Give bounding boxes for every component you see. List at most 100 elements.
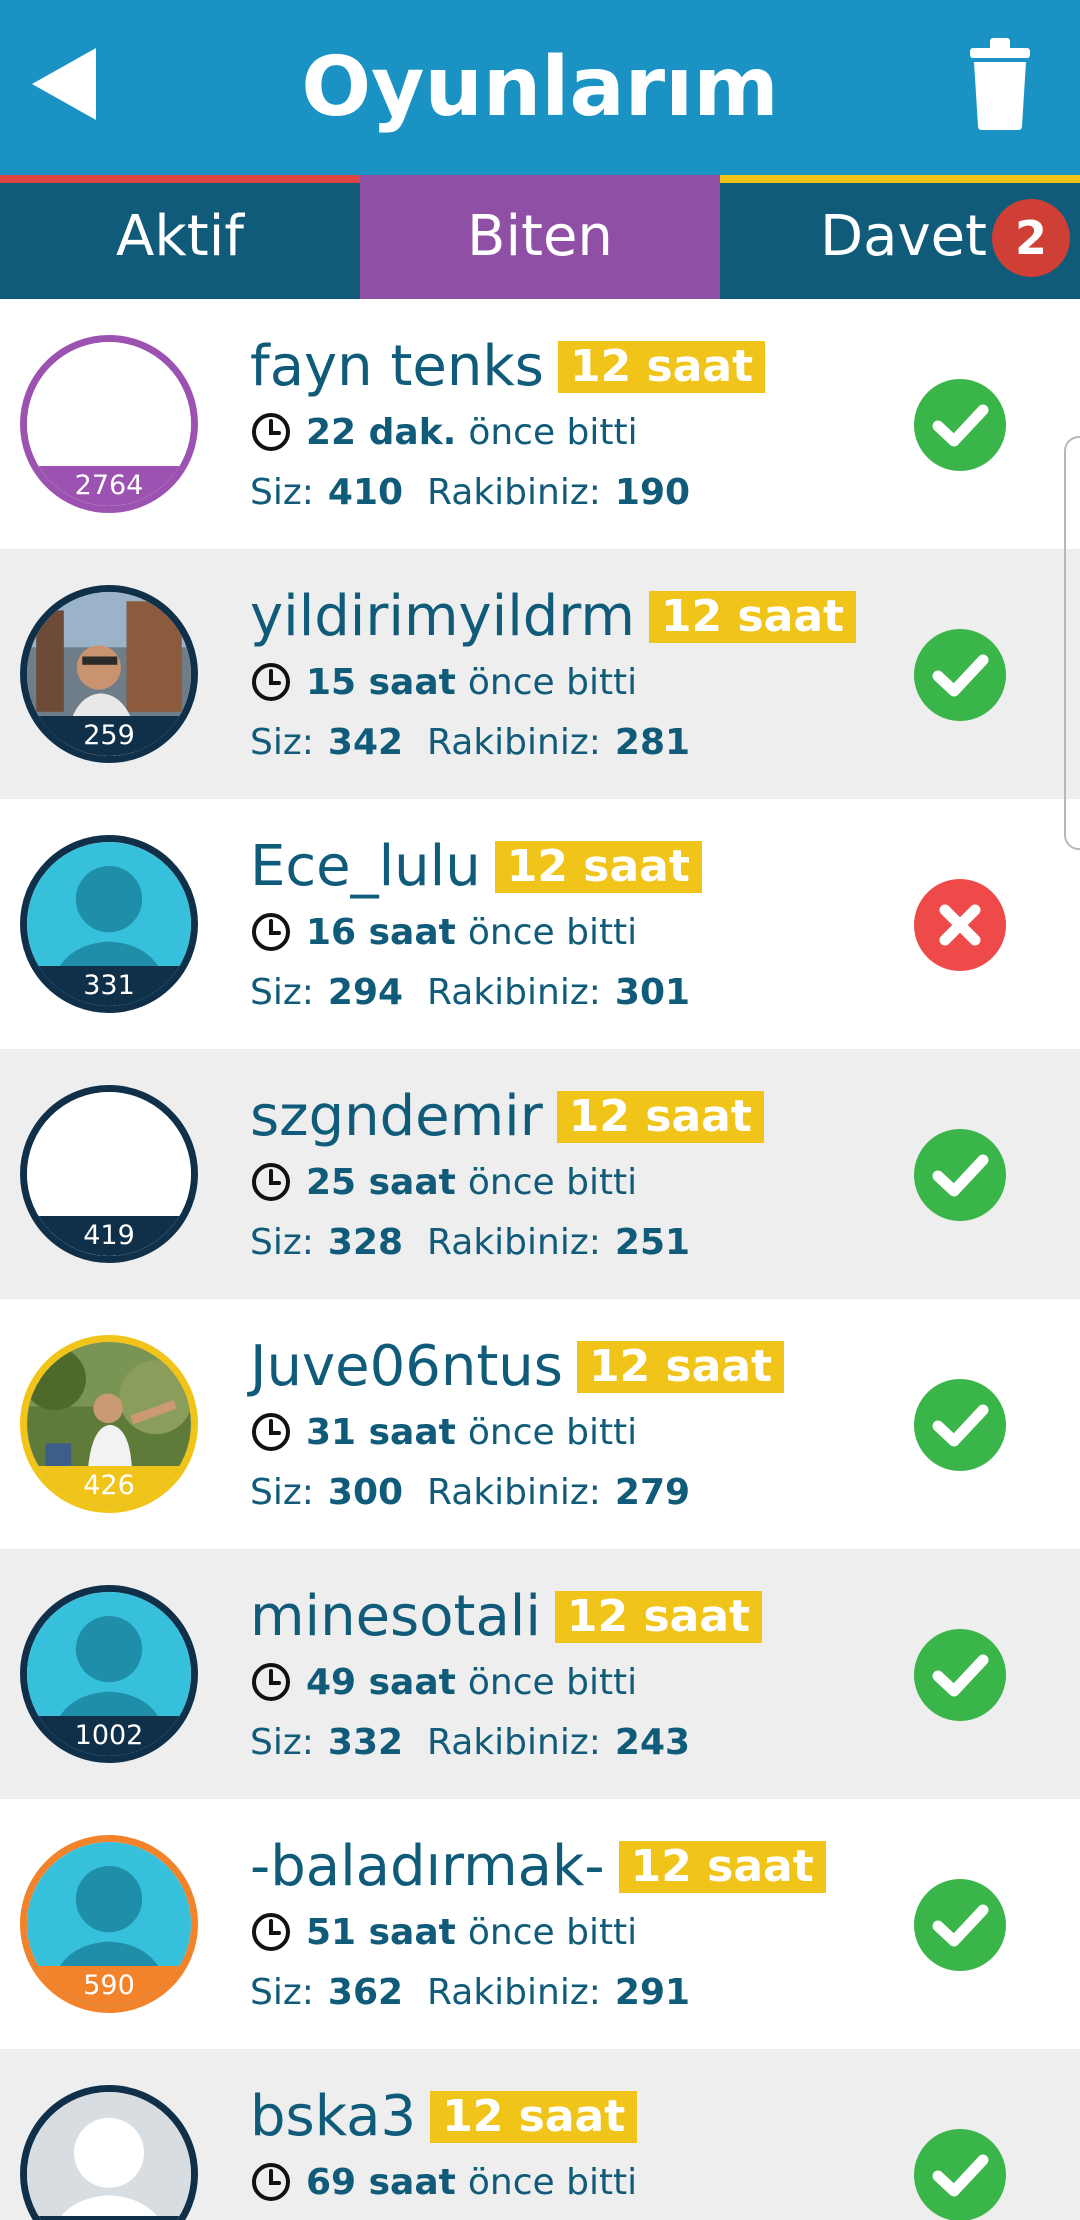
your-score-label: Siz: — [250, 1971, 314, 2013]
win-check-icon — [914, 1129, 1006, 1221]
opponent-score-label: Rakibiniz: — [427, 721, 601, 763]
player-rating — [27, 2216, 191, 2220]
your-score-label: Siz: — [250, 1471, 314, 1513]
player-rating: 331 — [27, 966, 191, 1006]
tab-label: Biten — [467, 204, 613, 269]
player-rating: 590 — [27, 1966, 191, 2006]
opponent-score-label: Rakibiniz: — [427, 1721, 601, 1763]
game-row[interactable]: 331 Ece_lulu 12 saat 16 saat önce bitti Siz: 2… — [0, 799, 1080, 1049]
win-check-icon — [914, 379, 1006, 471]
finished-ago-suffix: önce bitti — [467, 1911, 638, 1953]
opponent-name: bska3 — [250, 2084, 417, 2149]
player-rating: 426 — [27, 1466, 191, 1506]
finished-ago-suffix: önce bitti — [467, 2161, 638, 2203]
your-score-label: Siz: — [250, 721, 314, 763]
your-score: 410 — [327, 471, 404, 513]
game-row[interactable]: 259 yildirimyildrm 12 saat 15 saat önce bitt… — [0, 549, 1080, 799]
tab-biten[interactable]: Biten — [360, 175, 720, 299]
your-score: 362 — [327, 1971, 404, 2013]
loss-x-icon — [914, 879, 1006, 971]
opponent-score: 281 — [614, 721, 691, 763]
avatar[interactable]: 1002 — [20, 1585, 198, 1763]
opponent-name: Ece_lulu — [250, 834, 481, 899]
time-limit-badge: 12 saat — [648, 591, 857, 643]
your-score: 342 — [327, 721, 404, 763]
opponent-name: yildirimyildrm — [250, 584, 635, 649]
avatar[interactable]: 2764 — [20, 335, 198, 513]
your-score: 328 — [327, 1221, 404, 1263]
avatar[interactable]: 590 — [20, 1835, 198, 2013]
opponent-score-label: Rakibiniz: — [427, 971, 601, 1013]
player-rating: 1002 — [27, 1716, 191, 1756]
tab-bar: Aktif Biten Davet 2 — [0, 175, 1080, 299]
your-score: 294 — [327, 971, 404, 1013]
opponent-score-label: Rakibiniz: — [427, 1471, 601, 1513]
opponent-score: 279 — [614, 1471, 691, 1513]
side-panel-handle[interactable] — [1064, 436, 1080, 850]
your-score-label: Siz: — [250, 971, 314, 1013]
avatar[interactable]: 259 — [20, 585, 198, 763]
finished-ago-value: 25 saat — [306, 1161, 456, 1203]
opponent-score-label: Rakibiniz: — [427, 471, 601, 513]
player-rating: 2764 — [27, 466, 191, 506]
opponent-score: 243 — [614, 1721, 691, 1763]
opponent-name: Juve06ntus — [250, 1334, 563, 1399]
game-row[interactable]: 1002 minesotali 12 saat 49 saat önce bitti Si… — [0, 1549, 1080, 1799]
time-limit-badge: 12 saat — [556, 1091, 764, 1143]
finished-ago-suffix: önce bitti — [467, 911, 638, 953]
win-check-icon — [914, 1879, 1006, 1971]
game-row[interactable]: 590 -baladırmak- 12 saat 51 saat önce bitti S… — [0, 1799, 1080, 2049]
opponent-score-label: Rakibiniz: — [427, 1971, 601, 2013]
game-row[interactable]: 419 szgndemir 12 saat 25 saat önce bitti Siz:… — [0, 1049, 1080, 1299]
game-row[interactable]: 426 Juve06ntus 12 saat 31 saat önce bitti Siz… — [0, 1299, 1080, 1549]
finished-ago-suffix: önce bitti — [467, 1161, 638, 1203]
finished-ago-value: 49 saat — [306, 1661, 456, 1703]
tab-label: Davet — [820, 204, 987, 269]
win-check-icon — [914, 1629, 1006, 1721]
avatar[interactable]: 426 — [20, 1335, 198, 1513]
finished-ago-value: 51 saat — [306, 1911, 456, 1953]
your-score-label: Siz: — [250, 1221, 314, 1263]
clock-icon — [252, 2163, 290, 2201]
avatar[interactable]: 419 — [20, 1085, 198, 1263]
tab-aktif[interactable]: Aktif — [0, 175, 360, 299]
finished-games-list: 2764 fayn tenks 12 saat 22 dak. önce bitti Si… — [0, 299, 1080, 2220]
time-limit-badge: 12 saat — [576, 1341, 785, 1393]
opponent-score: 291 — [614, 1971, 691, 2013]
game-row[interactable]: 2764 fayn tenks 12 saat 22 dak. önce bitti Si… — [0, 299, 1080, 549]
opponent-name: fayn tenks — [250, 334, 544, 399]
win-check-icon — [914, 629, 1006, 721]
finished-ago-suffix: önce bitti — [467, 661, 638, 703]
invite-count-badge: 2 — [992, 199, 1070, 277]
time-limit-badge: 12 saat — [557, 341, 766, 393]
avatar[interactable]: 331 — [20, 835, 198, 1013]
win-check-icon — [914, 2129, 1006, 2220]
opponent-name: szgndemir — [250, 1084, 543, 1149]
clock-icon — [252, 663, 290, 701]
your-score-label: Siz: — [250, 1721, 314, 1763]
avatar[interactable] — [20, 2085, 198, 2220]
clock-icon — [252, 913, 290, 951]
tab-label: Aktif — [116, 204, 244, 269]
game-row[interactable]: bska3 12 saat 69 saat önce bitti — [0, 2049, 1080, 2220]
clock-icon — [252, 1913, 290, 1951]
tab-davet[interactable]: Davet 2 — [720, 175, 1080, 299]
time-limit-badge: 12 saat — [430, 2091, 638, 2143]
finished-ago-suffix: önce bitti — [468, 411, 638, 453]
finished-ago-value: 15 saat — [306, 661, 456, 703]
trash-icon[interactable] — [968, 36, 1032, 132]
finished-ago-value: 31 saat — [306, 1411, 456, 1453]
opponent-score: 190 — [614, 471, 691, 513]
player-rating: 259 — [27, 716, 191, 756]
opponent-score-label: Rakibiniz: — [427, 1221, 601, 1263]
opponent-name: minesotali — [250, 1584, 541, 1649]
your-score: 332 — [327, 1721, 404, 1763]
clock-icon — [252, 1663, 290, 1701]
clock-icon — [252, 413, 290, 451]
finished-ago-value: 16 saat — [306, 911, 456, 953]
opponent-name: -baladırmak- — [250, 1834, 605, 1899]
time-limit-badge: 12 saat — [494, 841, 702, 893]
finished-ago-value: 69 saat — [306, 2161, 456, 2203]
opponent-score: 251 — [614, 1221, 691, 1263]
finished-ago-suffix: önce bitti — [467, 1411, 638, 1453]
